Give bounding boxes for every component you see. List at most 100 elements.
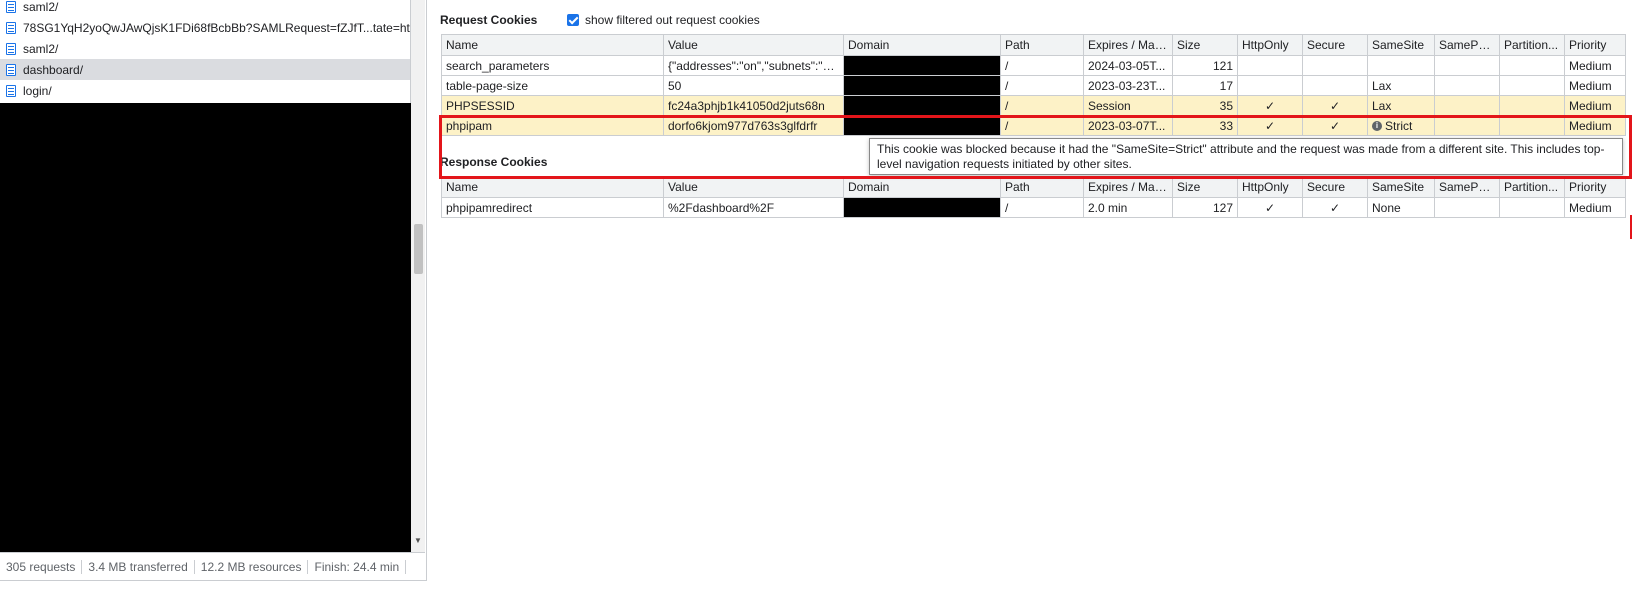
column-header-samesite[interactable]: SameSite bbox=[1367, 176, 1435, 198]
column-header-expires[interactable]: Expires / Max... bbox=[1083, 176, 1173, 198]
cookie-httponly: ✓ bbox=[1237, 197, 1303, 218]
column-header-partition[interactable]: Partition... bbox=[1499, 34, 1565, 56]
request-item-label: 78SG1YqH2yoQwJAwQjsK1FDi68fBcbBb?SAMLReq… bbox=[23, 20, 410, 35]
info-icon[interactable]: i bbox=[1372, 121, 1382, 132]
cookie-priority: Medium bbox=[1564, 75, 1626, 96]
column-header-domain[interactable]: Domain bbox=[843, 34, 1001, 56]
annotation-edge-mark bbox=[1630, 215, 1632, 239]
column-header-value[interactable]: Value bbox=[663, 176, 844, 198]
cookie-sameparty bbox=[1434, 55, 1500, 76]
cookie-size: 121 bbox=[1172, 55, 1238, 76]
column-header-samesite[interactable]: SameSite bbox=[1367, 34, 1435, 56]
cookie-samesite[interactable]: i Strict bbox=[1367, 115, 1435, 136]
column-header-secure[interactable]: Secure bbox=[1302, 34, 1368, 56]
redacted-domain bbox=[843, 55, 1001, 76]
cookie-path: / bbox=[1000, 197, 1084, 218]
cookie-priority: Medium bbox=[1564, 115, 1626, 136]
column-header-size[interactable]: Size bbox=[1172, 176, 1238, 198]
cookie-path: / bbox=[1000, 95, 1084, 116]
column-header-secure[interactable]: Secure bbox=[1302, 176, 1368, 198]
column-header-partition[interactable]: Partition... bbox=[1499, 176, 1565, 198]
column-header-size[interactable]: Size bbox=[1172, 34, 1238, 56]
request-item[interactable]: login/ bbox=[0, 80, 410, 101]
redacted-domain bbox=[843, 95, 1001, 116]
redacted-area bbox=[0, 103, 411, 552]
request-list-scrollbar[interactable]: ▼ bbox=[411, 0, 425, 552]
cookie-value: %2Fdashboard%2F bbox=[663, 197, 844, 218]
request-item-selected[interactable]: dashboard/ bbox=[0, 59, 410, 80]
cookie-sameparty bbox=[1434, 75, 1500, 96]
request-count: 305 requests bbox=[0, 559, 83, 574]
panel-divider[interactable] bbox=[426, 0, 427, 580]
cookie-sameparty bbox=[1434, 95, 1500, 116]
column-header-httponly[interactable]: HttpOnly bbox=[1237, 34, 1303, 56]
column-header-name[interactable]: Name bbox=[441, 176, 664, 198]
table-header-row: Name Value Domain Path Expires / Max... … bbox=[441, 34, 1626, 56]
cookie-httponly: ✓ bbox=[1237, 115, 1303, 136]
cookie-expires: 2023-03-07T... bbox=[1083, 115, 1173, 136]
document-icon bbox=[6, 63, 16, 76]
cookie-secure bbox=[1302, 55, 1368, 76]
cookie-size: 127 bbox=[1172, 197, 1238, 218]
request-item[interactable]: saml2/ bbox=[0, 38, 410, 59]
cookie-row-blocked[interactable]: PHPSESSID fc24a3phjb1k41050d2juts68n / S… bbox=[441, 95, 1626, 116]
cookie-secure bbox=[1302, 75, 1368, 96]
column-header-name[interactable]: Name bbox=[441, 34, 664, 56]
cookie-secure: ✓ bbox=[1302, 115, 1368, 136]
cookie-priority: Medium bbox=[1564, 197, 1626, 218]
cookie-expires: Session bbox=[1083, 95, 1173, 116]
cookie-expires: 2023-03-23T... bbox=[1083, 75, 1173, 96]
divider bbox=[0, 580, 427, 581]
cookie-samesite: Lax bbox=[1367, 75, 1435, 96]
cookie-row-blocked[interactable]: phpipam dorfo6kjom977d763s3glfdrfr / 202… bbox=[441, 115, 1626, 136]
column-header-priority[interactable]: Priority bbox=[1564, 176, 1626, 198]
column-header-httponly[interactable]: HttpOnly bbox=[1237, 176, 1303, 198]
cookie-samesite bbox=[1367, 55, 1435, 76]
cookie-partition bbox=[1499, 197, 1565, 218]
column-header-domain[interactable]: Domain bbox=[843, 176, 1001, 198]
column-header-path[interactable]: Path bbox=[1000, 176, 1084, 198]
cookie-expires: 2.0 min bbox=[1083, 197, 1173, 218]
cookie-path: / bbox=[1000, 55, 1084, 76]
scrollbar-thumb[interactable] bbox=[414, 224, 423, 274]
cookie-samesite: None bbox=[1367, 197, 1435, 218]
cookie-row[interactable]: table-page-size 50 / 2023-03-23T... 17 L… bbox=[441, 75, 1626, 96]
cookie-row[interactable]: phpipamredirect %2Fdashboard%2F / 2.0 mi… bbox=[441, 197, 1626, 218]
cookie-sameparty bbox=[1434, 197, 1500, 218]
column-header-expires[interactable]: Expires / Max... bbox=[1083, 34, 1173, 56]
redacted-domain bbox=[843, 75, 1001, 96]
cookie-priority: Medium bbox=[1564, 55, 1626, 76]
filter-checkbox[interactable] bbox=[567, 14, 579, 26]
cookie-priority: Medium bbox=[1564, 95, 1626, 116]
cookie-samesite: Lax bbox=[1367, 95, 1435, 116]
column-header-sameparty[interactable]: SameParty bbox=[1434, 34, 1500, 56]
network-status-bar: 305 requests 3.4 MB transferred 12.2 MB … bbox=[0, 552, 425, 580]
request-item-label: login/ bbox=[23, 83, 52, 98]
column-header-path[interactable]: Path bbox=[1000, 34, 1084, 56]
document-icon bbox=[6, 42, 16, 55]
response-cookies-table: Name Value Domain Path Expires / Max... … bbox=[441, 176, 1626, 218]
document-icon bbox=[6, 0, 16, 13]
cookie-name: search_parameters bbox=[441, 55, 664, 76]
column-header-priority[interactable]: Priority bbox=[1564, 34, 1626, 56]
cookie-secure: ✓ bbox=[1302, 95, 1368, 116]
blocked-cookie-tooltip: This cookie was blocked because it had t… bbox=[869, 138, 1623, 175]
column-header-value[interactable]: Value bbox=[663, 34, 844, 56]
cookie-partition bbox=[1499, 55, 1565, 76]
cookie-value: fc24a3phjb1k41050d2juts68n bbox=[663, 95, 844, 116]
cookie-row[interactable]: search_parameters {"addresses":"on","sub… bbox=[441, 55, 1626, 76]
request-item-label: saml2/ bbox=[23, 0, 59, 14]
request-list: saml2/ 78SG1YqH2yoQwJAwQjsK1FDi68fBcbBb?… bbox=[0, 0, 411, 580]
request-item[interactable]: saml2/ bbox=[0, 0, 410, 17]
column-header-sameparty[interactable]: SameParty bbox=[1434, 176, 1500, 198]
cookie-name: phpipamredirect bbox=[441, 197, 664, 218]
request-item[interactable]: 78SG1YqH2yoQwJAwQjsK1FDi68fBcbBb?SAMLReq… bbox=[0, 17, 410, 38]
request-item-label: saml2/ bbox=[23, 41, 59, 56]
show-filtered-cookies-toggle[interactable]: show filtered out request cookies bbox=[567, 13, 760, 27]
cookie-httponly bbox=[1237, 75, 1303, 96]
response-cookies-title: Response Cookies bbox=[440, 155, 548, 169]
cookie-partition bbox=[1499, 75, 1565, 96]
scroll-down-arrow-icon[interactable]: ▼ bbox=[414, 536, 422, 545]
request-cookies-table: Name Value Domain Path Expires / Max... … bbox=[441, 34, 1626, 136]
cookie-value: dorfo6kjom977d763s3glfdrfr bbox=[663, 115, 844, 136]
